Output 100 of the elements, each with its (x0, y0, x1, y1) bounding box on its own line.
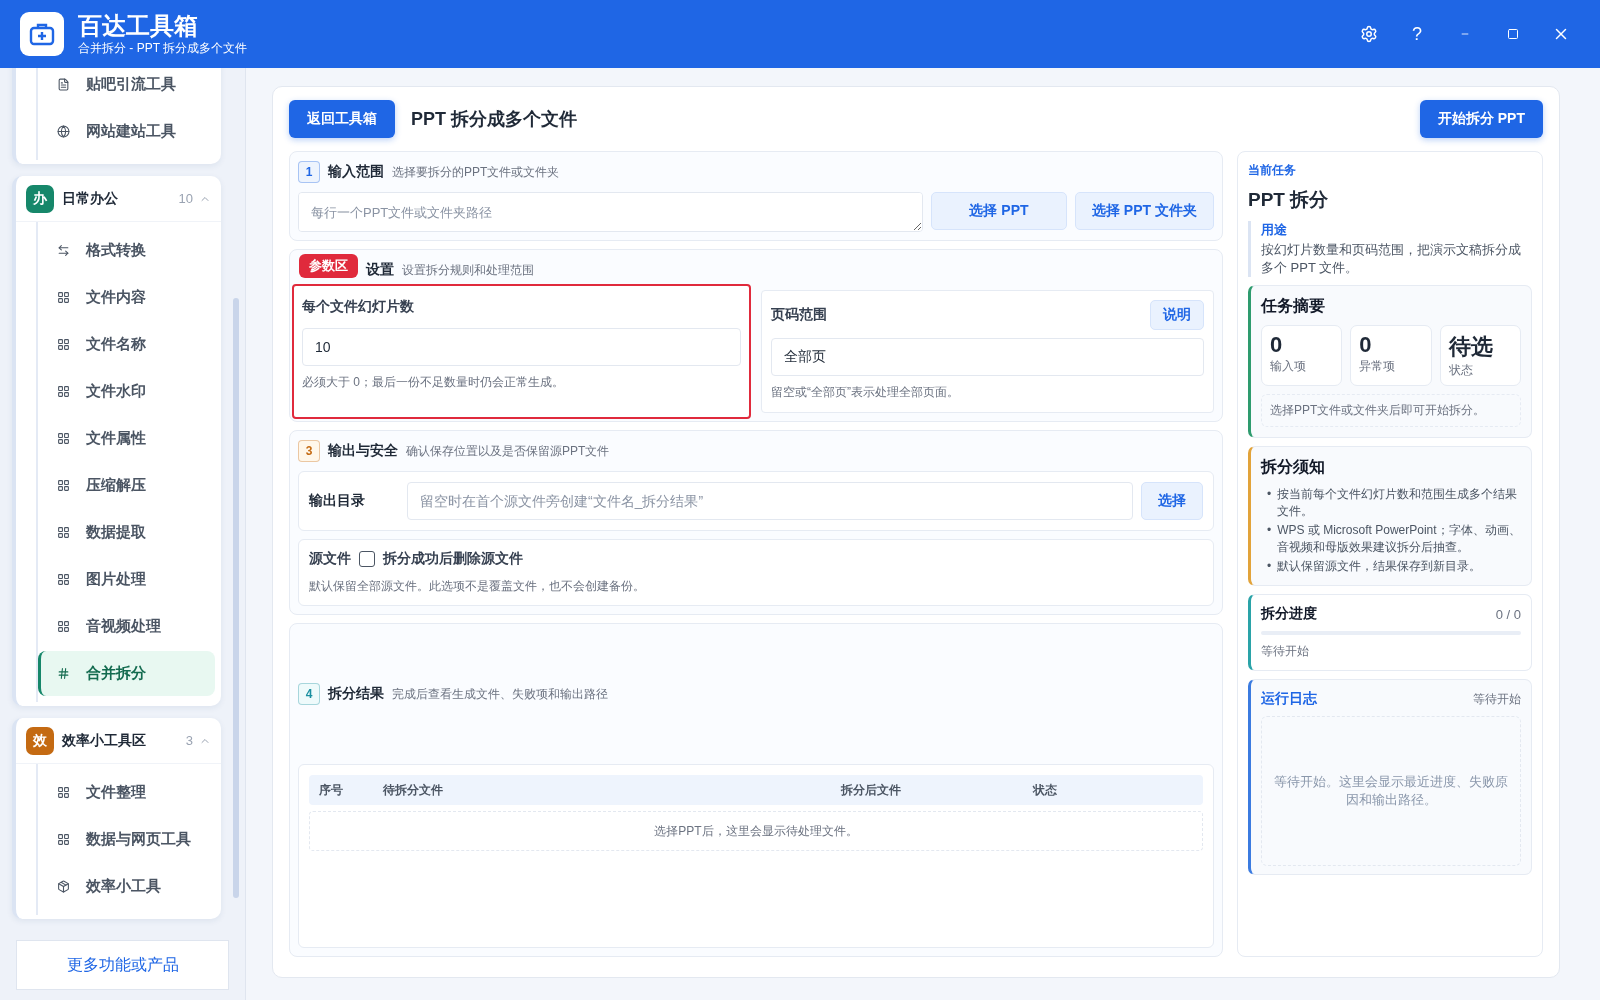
select-button[interactable]: 选择 PPT 文件夹 (1075, 192, 1214, 230)
sidebar-item[interactable]: 音视频处理 (38, 604, 215, 649)
sidebar-item[interactable]: 贴吧引流工具 (38, 68, 215, 107)
stat-label: 输入项 (1270, 358, 1307, 375)
field-help: 必须大于 0；最后一份不足数量时仍会正常生成。 (302, 374, 565, 391)
section-tag: 参数区 (299, 254, 358, 278)
column-header: 拆分后文件 (839, 781, 902, 799)
field-label: 页码范围 (771, 306, 827, 324)
settings-icon (1360, 25, 1378, 43)
progress-count: 0 / 0 (1495, 606, 1521, 622)
app-subtitle: 合并拆分 - PPT 拆分成多个文件 (78, 39, 248, 57)
hash-icon (57, 667, 70, 680)
card-title: 拆分须知 (1261, 457, 1326, 477)
help-button[interactable]: ? (1398, 15, 1436, 53)
column-header: 状态 (1033, 781, 1058, 799)
output-dir-field[interactable]: 留空时在首个源文件旁创建“文件名_拆分结果” (407, 482, 1133, 520)
section-title: 输出与安全 (328, 442, 398, 460)
sidebar-item[interactable]: 数据提取 (38, 510, 215, 555)
bullet-marker: • (1267, 522, 1272, 539)
section-hint: 确认保存位置以及是否保留源PPT文件 (406, 442, 610, 460)
step-number: 3 (298, 440, 320, 462)
sidebar-item[interactable]: 压缩解压 (38, 463, 215, 508)
notice-item: WPS 或 Microsoft PowerPoint；字体、动画、音视频和母版效果建议拆分后抽查。 (1277, 522, 1521, 556)
column-header: 序号 (319, 781, 344, 799)
box-icon (57, 880, 70, 893)
log-status: 等待开始 (1473, 690, 1521, 708)
sidebar-item[interactable]: 数据与网页工具 (38, 817, 215, 862)
grid-icon (57, 479, 70, 492)
column-header: 待拆分文件 (383, 781, 444, 799)
panel-title: PPT 拆分 (1248, 188, 1330, 212)
usage-text: 按幻灯片数量和页码范围，把演示文稿拆分成多个 PPT 文件。 (1261, 241, 1522, 277)
sidebar-item[interactable]: 文件名称 (38, 322, 215, 367)
grid-icon (57, 291, 70, 304)
range-input-field[interactable]: 全部页 (771, 338, 1204, 376)
select-button[interactable]: 选择 PPT (931, 192, 1067, 230)
bullet-marker: • (1267, 486, 1272, 503)
sidebar-item[interactable]: 效率小工具 (38, 864, 215, 909)
section-title: 输入范围 (328, 163, 384, 181)
summary-hint: 选择PPT文件或文件夹后即可开始拆分。 (1261, 394, 1521, 427)
slides-input-field[interactable]: 10 (302, 328, 741, 366)
empty-message: 选择PPT后，这里会显示待处理文件。 (309, 811, 1203, 851)
sidebar-item[interactable]: 文件水印 (38, 369, 215, 414)
path-input-field[interactable]: 每行一个PPT文件或文件夹路径 (298, 192, 923, 232)
card-title: 任务摘要 (1261, 296, 1326, 316)
grid-icon (57, 338, 70, 351)
group-title[interactable]: 效率小工具区 (62, 731, 146, 750)
grid-icon (57, 786, 70, 799)
more-products-link[interactable]: 更多功能或产品 (16, 940, 229, 990)
stat-label: 状态 (1448, 362, 1474, 379)
step-number: 4 (298, 683, 320, 705)
grid-icon (57, 526, 70, 539)
progress-status: 等待开始 (1261, 643, 1310, 660)
grid-icon (57, 620, 70, 633)
toolbox-logo-icon (20, 12, 64, 56)
globe-icon (57, 125, 70, 138)
section-hint: 完成后查看生成文件、失败项和输出路径 (392, 685, 608, 703)
swap-arrows-icon (57, 244, 70, 257)
panel-eyebrow: 当前任务 (1248, 162, 1297, 179)
group-title[interactable]: 日常办公 (62, 189, 118, 208)
notice-item: 按当前每个文件幻灯片数和范围生成多个结果文件。 (1277, 486, 1519, 520)
stat-value: 待选 (1448, 333, 1494, 361)
sidebar-item[interactable]: 合并拆分 (38, 651, 215, 696)
scrollbar[interactable] (233, 298, 239, 898)
section-hint: 设置拆分规则和处理范围 (402, 261, 534, 279)
sidebar-item[interactable]: 网站建站工具 (38, 109, 215, 154)
field-help: 默认保留全部源文件。此选项不是覆盖文件，也不会创建备份。 (309, 578, 646, 595)
group-count: 3 (185, 733, 193, 748)
document-icon (57, 78, 70, 91)
group-count: 10 (178, 191, 193, 206)
start-button[interactable]: 开始拆分 PPT (1419, 100, 1543, 138)
checkbox-label[interactable]: 拆分成功后删除源文件 (383, 550, 523, 568)
usage-label: 用途 (1261, 221, 1288, 239)
stat-value: 0 (1270, 332, 1284, 358)
field-label: 输出目录 (309, 492, 366, 510)
grid-icon (57, 573, 70, 586)
checkbox[interactable] (359, 551, 375, 567)
grid-icon (57, 432, 70, 445)
back-button[interactable]: 返回工具箱 (289, 100, 395, 138)
notice-item: 默认保留源文件，结果保存到新目录。 (1277, 558, 1482, 575)
sidebar-item[interactable]: 文件内容 (38, 275, 215, 320)
choose-button[interactable]: 选择 (1141, 482, 1203, 520)
page-title: PPT 拆分成多个文件 (411, 108, 577, 131)
field-label: 每个文件幻灯片数 (302, 298, 414, 316)
grid-icon (57, 385, 70, 398)
section-title: 拆分结果 (328, 685, 384, 703)
sidebar-item[interactable]: 文件属性 (38, 416, 215, 461)
group-badge: 办 (26, 184, 54, 213)
sidebar-item[interactable]: 格式转换 (38, 228, 215, 273)
info-button[interactable]: 说明 (1150, 300, 1204, 330)
bullet-marker: • (1267, 558, 1272, 575)
log-message: 等待开始。这里会显示最近进度、失败原因和输出路径。 (1261, 716, 1521, 866)
group-badge: 效 (26, 726, 54, 755)
sidebar-item[interactable]: 文件整理 (38, 770, 215, 815)
field-label: 源文件 (309, 550, 351, 568)
grid-icon (57, 833, 70, 846)
maximize-icon (1507, 28, 1519, 40)
card-title: 运行日志 (1261, 690, 1317, 708)
section-hint: 选择要拆分的PPT文件或文件夹 (392, 163, 560, 181)
sidebar-item[interactable]: 图片处理 (38, 557, 215, 602)
step-number: 1 (298, 161, 320, 183)
